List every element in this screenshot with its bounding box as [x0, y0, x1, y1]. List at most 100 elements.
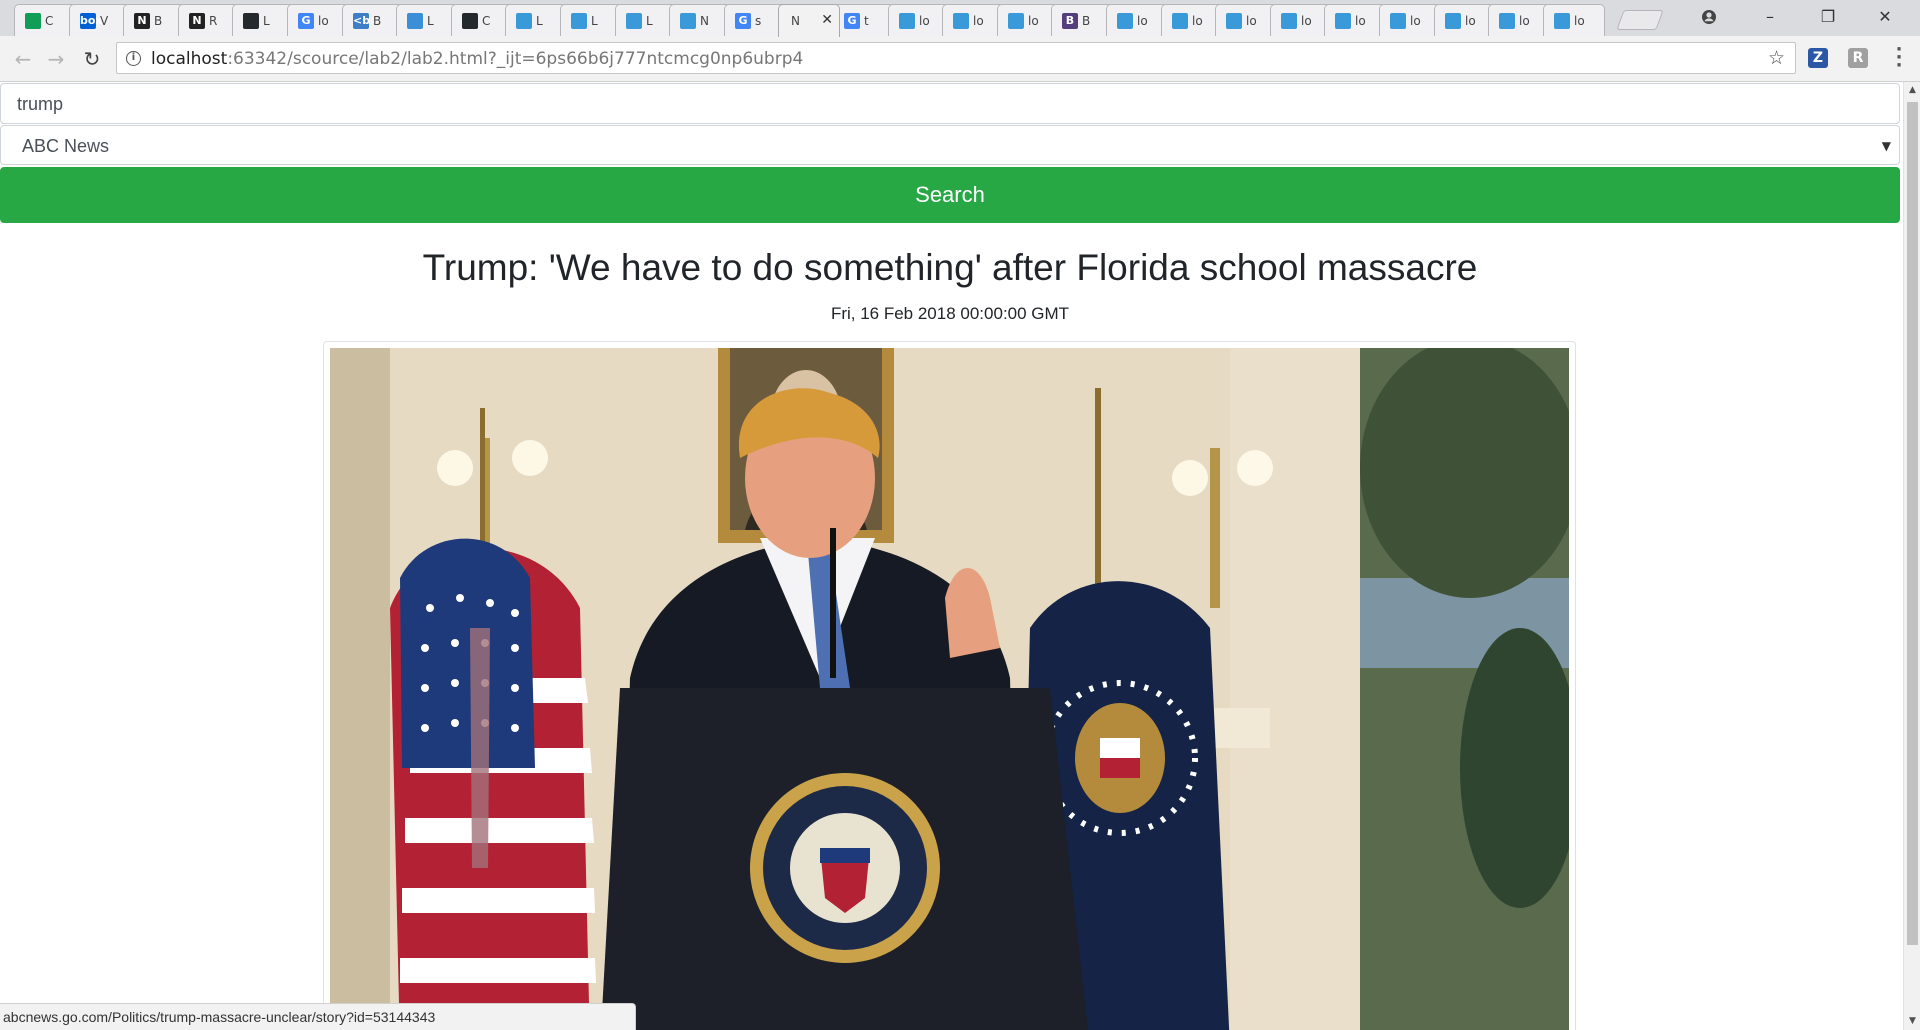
address-bar[interactable]: i localhost:63342/scource/lab2/lab2.html…	[116, 42, 1796, 74]
tab-title: N	[791, 14, 800, 28]
browser-tab[interactable]: lo	[942, 4, 1004, 36]
menu-icon[interactable]: · · ·	[1894, 41, 1904, 75]
tab-favicon-icon: G	[844, 13, 860, 29]
browser-tab[interactable]: box V	[69, 4, 131, 36]
source-select[interactable]: ABC News ▼	[0, 125, 1900, 165]
browser-tab[interactable]: NB	[123, 4, 185, 36]
browser-tab[interactable]: lo	[1270, 4, 1332, 36]
browser-tab[interactable]: C	[14, 4, 76, 36]
tab-favicon-icon	[243, 13, 259, 29]
tab-favicon-icon	[1554, 13, 1570, 29]
article-image[interactable]	[330, 348, 1569, 1030]
restore-button[interactable]: ❐	[1805, 0, 1851, 34]
tab-close-icon[interactable]: ✕	[821, 12, 833, 28]
article-title[interactable]: Trump: 'We have to do something' after F…	[0, 246, 1900, 290]
tab-title: lo	[973, 14, 984, 28]
tab-favicon-icon: N	[134, 13, 150, 29]
tab-favicon-icon	[953, 13, 969, 29]
status-bar-url: abcnews.go.com/Politics/trump-massacre-u…	[0, 1003, 636, 1030]
new-tab-button[interactable]	[1616, 10, 1664, 30]
tab-title: L	[536, 14, 543, 28]
scrollbar-thumb[interactable]	[1907, 102, 1918, 945]
tab-title: lo	[1355, 14, 1366, 28]
tab-favicon-icon	[1226, 13, 1242, 29]
tab-favicon-icon	[1390, 13, 1406, 29]
browser-tab[interactable]: Glo	[287, 4, 349, 36]
tab-title: L	[263, 14, 270, 28]
browser-tab[interactable]: L	[396, 4, 458, 36]
tab-favicon-icon	[1335, 13, 1351, 29]
article-image-frame[interactable]	[323, 341, 1576, 1030]
back-button[interactable]: ←	[11, 47, 35, 71]
profile-icon[interactable]	[1686, 0, 1732, 34]
tab-title: lo	[1301, 14, 1312, 28]
tab-title: V	[100, 14, 109, 28]
browser-tab[interactable]: lo	[1434, 4, 1496, 36]
tab-title: lo	[1465, 14, 1476, 28]
browser-tab[interactable]: BB	[1051, 4, 1113, 36]
browser-tab[interactable]: lo	[1161, 4, 1223, 36]
tab-title: B	[154, 14, 163, 28]
tab-title: s	[755, 14, 762, 28]
tab-favicon-icon: B	[1062, 13, 1078, 29]
tab-title: lo	[919, 14, 930, 28]
browser-tab[interactable]: <b> B	[342, 4, 404, 36]
tab-title: L	[427, 14, 434, 28]
tab-favicon-icon	[899, 13, 915, 29]
tab-title: lo	[318, 14, 329, 28]
zotero-extension-icon[interactable]: Z	[1808, 48, 1828, 68]
tab-favicon-icon	[1008, 13, 1024, 29]
address-url: localhost:63342/scource/lab2/lab2.html?_…	[151, 50, 803, 68]
bookmark-star-icon[interactable]: ☆	[1768, 48, 1785, 68]
browser-tab[interactable]: Gt	[833, 4, 895, 36]
scroll-down-arrow-icon[interactable]: ▼	[1904, 1013, 1920, 1030]
browser-tab[interactable]: lo	[1106, 4, 1168, 36]
tab-favicon-icon	[571, 13, 587, 29]
scroll-up-arrow-icon[interactable]: ▲	[1904, 82, 1920, 99]
browser-tab[interactable]: lo	[888, 4, 950, 36]
browser-tab[interactable]: L	[615, 4, 677, 36]
search-button[interactable]: Search	[0, 167, 1900, 223]
browser-tab[interactable]: L	[232, 4, 294, 36]
search-input[interactable]: trump	[0, 83, 1900, 124]
tab-favicon-icon	[516, 13, 532, 29]
extension-icon[interactable]: R	[1848, 48, 1868, 68]
browser-tab[interactable]: lo	[1379, 4, 1441, 36]
tab-favicon-icon	[1281, 13, 1297, 29]
tab-favicon-icon: <b>	[353, 13, 380, 29]
browser-tab[interactable]: C	[451, 4, 513, 36]
info-icon[interactable]: i	[126, 51, 141, 66]
tab-title: L	[646, 14, 653, 28]
tab-title: N	[700, 14, 709, 28]
browser-tab[interactable]: lo	[1215, 4, 1277, 36]
browser-tab[interactable]: N	[669, 4, 731, 36]
browser-tab[interactable]: lo	[997, 4, 1059, 36]
browser-tab[interactable]: lo	[1488, 4, 1550, 36]
browser-tab[interactable]: lo	[1324, 4, 1386, 36]
chevron-down-icon: ▼	[1881, 139, 1891, 153]
tab-title: lo	[1137, 14, 1148, 28]
browser-tab[interactable]: N ✕	[778, 4, 840, 37]
tab-title: C	[482, 14, 491, 28]
minimize-button[interactable]: –	[1747, 0, 1793, 34]
page-scrollbar[interactable]: ▲ ▼	[1903, 82, 1920, 1030]
tab-favicon-icon: G	[298, 13, 314, 29]
tab-favicon-icon	[626, 13, 642, 29]
tab-title: B	[1082, 14, 1091, 28]
reload-button[interactable]: ↻	[80, 47, 104, 71]
browser-tab[interactable]: NR	[178, 4, 240, 36]
close-window-button[interactable]: ✕	[1862, 0, 1908, 34]
tab-favicon-icon	[680, 13, 696, 29]
browser-tab[interactable]: lo	[1543, 4, 1605, 36]
browser-tab[interactable]: L	[505, 4, 567, 36]
tab-title: B	[373, 14, 382, 28]
browser-tab[interactable]: Gs	[724, 4, 786, 36]
forward-button[interactable]: →	[44, 47, 68, 71]
tab-favicon-icon	[1172, 13, 1188, 29]
browser-tab[interactable]: L	[560, 4, 622, 36]
tab-favicon-icon	[1117, 13, 1133, 29]
tab-title: R	[209, 14, 218, 28]
tab-title: lo	[1410, 14, 1421, 28]
tab-title: lo	[1519, 14, 1530, 28]
tab-favicon-icon	[1445, 13, 1461, 29]
